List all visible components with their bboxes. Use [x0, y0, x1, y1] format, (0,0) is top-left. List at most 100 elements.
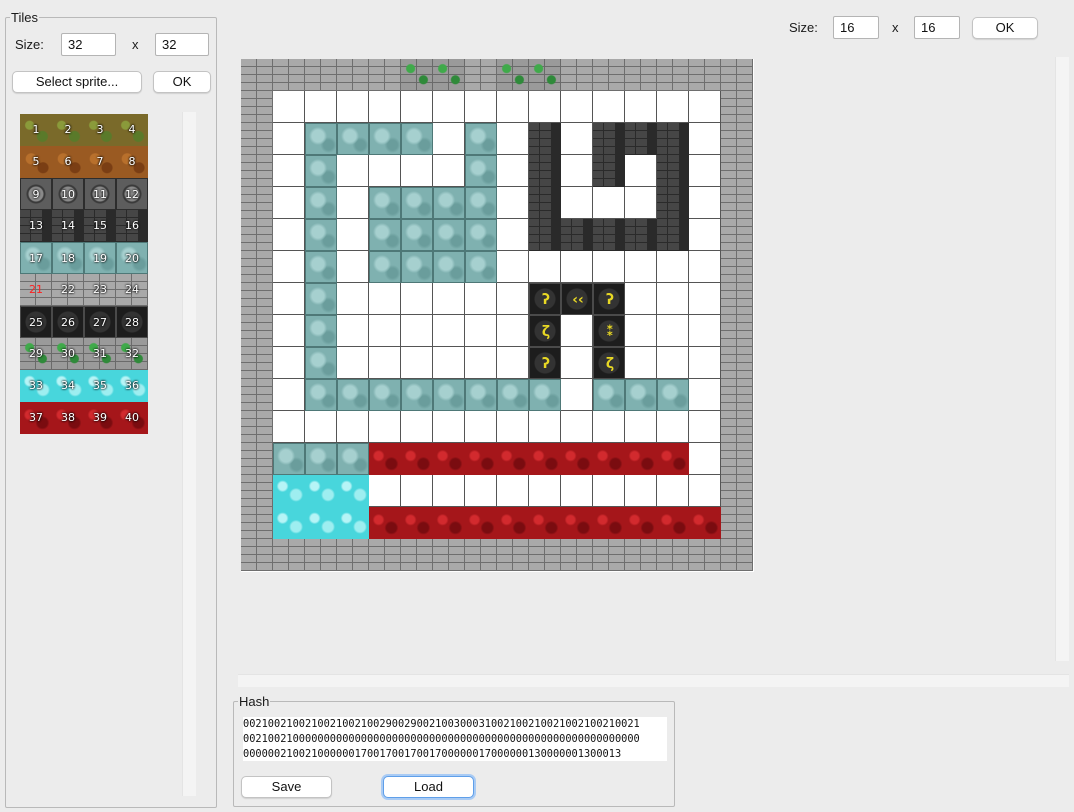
palette-tile-21[interactable]: 21	[20, 274, 52, 306]
map-cell[interactable]	[369, 283, 401, 315]
map-cell[interactable]	[721, 507, 753, 539]
map-cell[interactable]	[689, 507, 721, 539]
palette-tile-40[interactable]: 40	[116, 402, 148, 434]
map-cell[interactable]	[369, 315, 401, 347]
palette-tile-20[interactable]: 20	[116, 242, 148, 274]
map-cell[interactable]	[433, 347, 465, 379]
map-cell[interactable]	[721, 347, 753, 379]
map-cell[interactable]	[465, 315, 497, 347]
map-cell[interactable]	[689, 283, 721, 315]
map-cell[interactable]	[273, 507, 305, 539]
palette-tile-22[interactable]: 22	[52, 274, 84, 306]
map-cell[interactable]	[273, 91, 305, 123]
map-cell[interactable]	[561, 59, 593, 91]
map-cell[interactable]	[561, 475, 593, 507]
map-cell[interactable]	[305, 443, 337, 475]
palette-tile-10[interactable]: 10	[52, 178, 84, 210]
map-cell[interactable]	[721, 475, 753, 507]
map-cell[interactable]	[497, 59, 529, 91]
map-cell[interactable]	[401, 507, 433, 539]
map-cell[interactable]	[433, 475, 465, 507]
map-cell[interactable]	[241, 187, 273, 219]
map-cell[interactable]	[369, 507, 401, 539]
map-cell[interactable]	[657, 443, 689, 475]
palette-tile-37[interactable]: 37	[20, 402, 52, 434]
map-cell[interactable]: ʔ	[529, 347, 561, 379]
map-cell[interactable]	[465, 347, 497, 379]
palette-tile-33[interactable]: 33	[20, 370, 52, 402]
map-cell[interactable]	[561, 315, 593, 347]
map-cell[interactable]	[625, 91, 657, 123]
map-cell[interactable]	[625, 411, 657, 443]
palette-tile-11[interactable]: 11	[84, 178, 116, 210]
map-cell[interactable]	[721, 379, 753, 411]
map-cell[interactable]	[689, 123, 721, 155]
map-cell[interactable]	[273, 59, 305, 91]
map-cell[interactable]	[465, 91, 497, 123]
map-cell[interactable]	[305, 315, 337, 347]
map-cell[interactable]: ζ	[593, 347, 625, 379]
map-cell[interactable]	[497, 507, 529, 539]
map-cell[interactable]	[401, 251, 433, 283]
palette-tile-39[interactable]: 39	[84, 402, 116, 434]
map-cell[interactable]	[625, 283, 657, 315]
map-cell[interactable]	[401, 59, 433, 91]
palette-tile-13[interactable]: 13	[20, 210, 52, 242]
map-height-input[interactable]	[914, 16, 960, 39]
map-cell[interactable]	[689, 411, 721, 443]
map-cell[interactable]	[273, 123, 305, 155]
map-cell[interactable]	[689, 91, 721, 123]
map-cell[interactable]	[369, 219, 401, 251]
palette-tile-24[interactable]: 24	[116, 274, 148, 306]
map-cell[interactable]	[657, 347, 689, 379]
map-cell[interactable]	[241, 251, 273, 283]
map-cell[interactable]	[401, 379, 433, 411]
map-cell[interactable]	[625, 123, 657, 155]
map-cell[interactable]	[273, 539, 305, 571]
map-cell[interactable]	[241, 219, 273, 251]
map-cell[interactable]	[689, 251, 721, 283]
map-cell[interactable]	[497, 475, 529, 507]
map-cell[interactable]	[497, 315, 529, 347]
map-horizontal-scrollbar[interactable]	[238, 674, 1069, 687]
map-cell[interactable]	[689, 443, 721, 475]
map-cell[interactable]	[401, 123, 433, 155]
map-cell[interactable]	[721, 315, 753, 347]
palette-tile-4[interactable]: 4	[116, 114, 148, 146]
map-cell[interactable]	[337, 507, 369, 539]
map-cell[interactable]	[497, 251, 529, 283]
map-cell[interactable]	[337, 347, 369, 379]
map-cell[interactable]	[657, 219, 689, 251]
map-cell[interactable]	[593, 475, 625, 507]
map-cell[interactable]	[305, 155, 337, 187]
map-cell[interactable]	[241, 443, 273, 475]
map-cell[interactable]	[721, 283, 753, 315]
palette-tile-12[interactable]: 12	[116, 178, 148, 210]
palette-tile-23[interactable]: 23	[84, 274, 116, 306]
map-cell[interactable]	[529, 475, 561, 507]
map-cell[interactable]	[337, 315, 369, 347]
map-cell[interactable]	[241, 155, 273, 187]
map-width-input[interactable]	[833, 16, 879, 39]
map-cell[interactable]	[657, 411, 689, 443]
map-cell[interactable]	[593, 219, 625, 251]
map-cell[interactable]	[561, 411, 593, 443]
map-cell[interactable]	[593, 379, 625, 411]
map-cell[interactable]	[561, 91, 593, 123]
map-cell[interactable]	[721, 91, 753, 123]
map-cell[interactable]	[433, 507, 465, 539]
map-cell[interactable]	[369, 187, 401, 219]
map-cell[interactable]	[241, 283, 273, 315]
map-cell[interactable]	[401, 219, 433, 251]
map-cell[interactable]	[401, 91, 433, 123]
palette-tile-34[interactable]: 34	[52, 370, 84, 402]
map-cell[interactable]	[241, 347, 273, 379]
map-cell[interactable]	[529, 507, 561, 539]
map-cell[interactable]	[721, 443, 753, 475]
map-cell[interactable]	[369, 475, 401, 507]
map-cell[interactable]	[497, 187, 529, 219]
map-cell[interactable]	[625, 59, 657, 91]
map-cell[interactable]	[657, 315, 689, 347]
palette-tile-38[interactable]: 38	[52, 402, 84, 434]
map-cell[interactable]: ζ	[529, 315, 561, 347]
